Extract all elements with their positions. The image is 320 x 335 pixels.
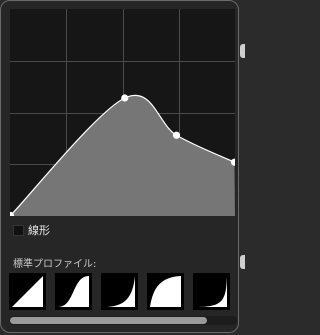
curve-graph[interactable] (10, 9, 235, 216)
linear-checkbox[interactable] (13, 224, 24, 236)
preset-ease-out-icon (150, 276, 181, 307)
preset-steep-ease-in-icon (196, 276, 227, 307)
right-edge-handle (240, 44, 245, 58)
standard-profiles-label: 標準プロファイル: (13, 259, 97, 270)
curve-control-point[interactable] (172, 131, 181, 139)
curve-control-point[interactable] (121, 94, 129, 102)
preset-ease-in[interactable] (101, 273, 138, 310)
preset-ease-in-icon (104, 276, 135, 307)
preset-linear[interactable] (9, 273, 46, 310)
preset-s-curve[interactable] (55, 273, 92, 310)
right-edge-handle (240, 255, 245, 269)
preset-linear-icon (12, 276, 43, 307)
curve-graph-svg (10, 9, 235, 216)
linear-option[interactable]: 線形 (13, 223, 50, 237)
preset-s-curve-icon (58, 276, 89, 307)
preset-ease-out[interactable] (147, 273, 184, 310)
curve-editor-panel: 線形 標準プロファイル: (0, 0, 239, 333)
scrollbar-thumb[interactable] (10, 317, 207, 324)
horizontal-scrollbar[interactable] (9, 316, 237, 325)
linear-label: 線形 (28, 224, 50, 237)
preset-steep-ease-in[interactable] (193, 273, 230, 310)
preset-profile-list (9, 273, 237, 311)
